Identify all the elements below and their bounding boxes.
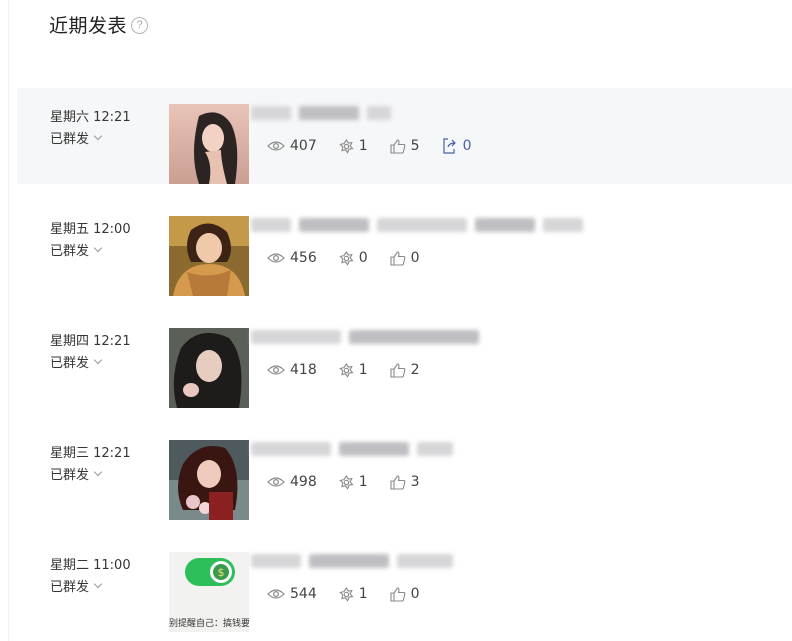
flower-icon bbox=[338, 474, 354, 490]
post-stats: 498 1 3 bbox=[267, 474, 442, 490]
recommend-stat: 1 bbox=[338, 362, 368, 378]
flower-icon bbox=[338, 362, 354, 378]
thumbs-up-icon bbox=[390, 586, 406, 602]
post-title-redacted[interactable] bbox=[251, 98, 391, 128]
post-row[interactable]: 星期二 11:00 已群发 $ 别提醒自己：搞钱要 544 1 0 bbox=[17, 536, 792, 632]
views-count: 418 bbox=[290, 362, 317, 378]
post-title-redacted[interactable] bbox=[251, 434, 453, 464]
views-stat: 498 bbox=[267, 474, 317, 490]
shares-stat: 0 bbox=[442, 138, 472, 154]
post-date: 星期三 12:21 bbox=[50, 446, 131, 461]
share-icon bbox=[442, 138, 456, 154]
recommend-count: 1 bbox=[358, 138, 368, 154]
post-date: 星期五 12:00 bbox=[50, 222, 131, 237]
views-stat: 407 bbox=[267, 138, 317, 154]
likes-stat: 3 bbox=[390, 474, 420, 490]
post-date: 星期四 12:21 bbox=[50, 334, 131, 349]
post-thumbnail[interactable] bbox=[169, 328, 249, 408]
views-stat: 418 bbox=[267, 362, 317, 378]
post-stats: 418 1 2 bbox=[267, 362, 442, 378]
eye-icon bbox=[267, 141, 285, 151]
likes-stat: 2 bbox=[390, 362, 420, 378]
thumbs-up-icon bbox=[390, 362, 406, 378]
post-row[interactable]: 星期四 12:21 已群发 418 1 2 bbox=[17, 312, 792, 408]
recommend-stat: 1 bbox=[338, 586, 368, 602]
status-label: 已群发 bbox=[50, 356, 90, 371]
post-title-redacted[interactable] bbox=[251, 322, 479, 352]
section-header: 近期发表 ? bbox=[49, 11, 149, 38]
post-title-redacted[interactable] bbox=[251, 210, 583, 240]
eye-icon bbox=[267, 365, 285, 375]
status-label: 已群发 bbox=[50, 468, 90, 483]
chevron-down-icon bbox=[93, 579, 103, 588]
flower-icon bbox=[338, 250, 354, 266]
likes-stat: 5 bbox=[390, 138, 420, 154]
left-divider bbox=[8, 0, 9, 641]
likes-stat: 0 bbox=[390, 586, 420, 602]
post-stats: 407 1 5 0 bbox=[267, 138, 494, 154]
flower-icon bbox=[338, 586, 354, 602]
views-count: 407 bbox=[290, 138, 317, 154]
post-thumbnail[interactable] bbox=[169, 440, 249, 520]
views-stat: 544 bbox=[267, 586, 317, 602]
post-status[interactable]: 已群发 bbox=[50, 352, 103, 371]
thumbs-up-icon bbox=[390, 250, 406, 266]
views-count: 544 bbox=[290, 586, 317, 602]
likes-count: 3 bbox=[410, 474, 420, 490]
status-label: 已群发 bbox=[50, 244, 90, 259]
thumbs-up-icon bbox=[390, 138, 406, 154]
post-title-redacted[interactable] bbox=[251, 546, 453, 576]
post-stats: 456 0 0 bbox=[267, 250, 442, 266]
recommend-stat: 1 bbox=[338, 474, 368, 490]
status-label: 已群发 bbox=[50, 580, 90, 595]
views-stat: 456 bbox=[267, 250, 317, 266]
post-status[interactable]: 已群发 bbox=[50, 128, 103, 147]
shares-count: 0 bbox=[462, 138, 472, 154]
svg-text:$: $ bbox=[218, 566, 225, 579]
recommend-count: 1 bbox=[358, 474, 368, 490]
post-stats: 544 1 0 bbox=[267, 586, 442, 602]
post-row[interactable]: 星期五 12:00 已群发 456 0 0 bbox=[17, 200, 792, 296]
chevron-down-icon bbox=[93, 131, 103, 140]
eye-icon bbox=[267, 253, 285, 263]
post-status[interactable]: 已群发 bbox=[50, 576, 103, 595]
post-status[interactable]: 已群发 bbox=[50, 240, 103, 259]
thumbs-up-icon bbox=[390, 474, 406, 490]
help-icon[interactable]: ? bbox=[131, 17, 149, 34]
page-title: 近期发表 bbox=[49, 15, 128, 37]
post-thumbnail[interactable] bbox=[169, 104, 249, 184]
post-date: 星期六 12:21 bbox=[50, 110, 131, 125]
likes-count: 5 bbox=[410, 138, 420, 154]
recommend-count: 0 bbox=[358, 250, 368, 266]
likes-count: 0 bbox=[410, 250, 420, 266]
thumb-caption: 别提醒自己：搞钱要 bbox=[169, 617, 249, 629]
eye-icon bbox=[267, 477, 285, 487]
post-status[interactable]: 已群发 bbox=[50, 464, 103, 483]
post-date: 星期二 11:00 bbox=[50, 558, 131, 573]
chevron-down-icon bbox=[93, 243, 103, 252]
recommend-count: 1 bbox=[358, 362, 368, 378]
likes-count: 0 bbox=[410, 586, 420, 602]
recommend-stat: 0 bbox=[338, 250, 368, 266]
chevron-down-icon bbox=[93, 467, 103, 476]
post-thumbnail[interactable]: $ 别提醒自己：搞钱要 bbox=[169, 552, 249, 632]
post-row[interactable]: 星期三 12:21 已群发 498 1 3 bbox=[17, 424, 792, 520]
views-count: 456 bbox=[290, 250, 317, 266]
post-thumbnail[interactable] bbox=[169, 216, 249, 296]
chevron-down-icon bbox=[93, 355, 103, 364]
recommend-count: 1 bbox=[358, 586, 368, 602]
status-label: 已群发 bbox=[50, 132, 90, 147]
post-row[interactable]: 星期六 12:21 已群发 407 1 5 0 bbox=[17, 88, 792, 184]
likes-stat: 0 bbox=[390, 250, 420, 266]
views-count: 498 bbox=[290, 474, 317, 490]
recommend-stat: 1 bbox=[338, 138, 368, 154]
flower-icon bbox=[338, 138, 354, 154]
likes-count: 2 bbox=[410, 362, 420, 378]
eye-icon bbox=[267, 589, 285, 599]
